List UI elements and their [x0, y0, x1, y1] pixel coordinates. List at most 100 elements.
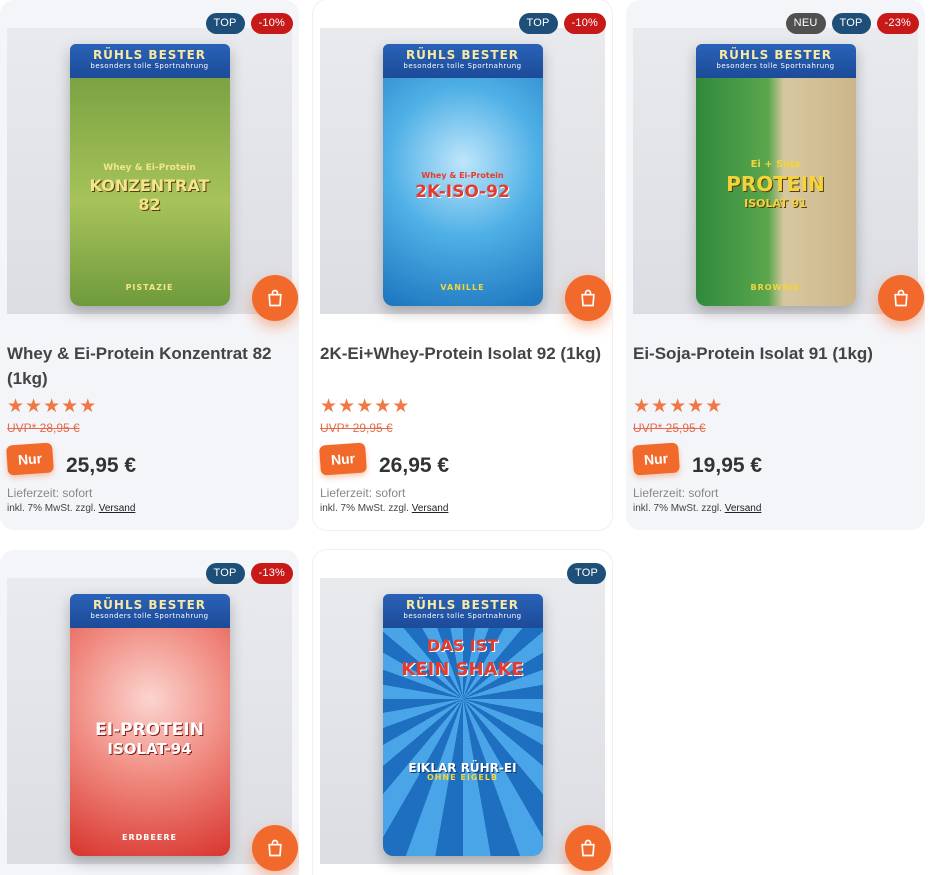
star-icon: ★ — [669, 395, 687, 417]
product-pack-image: RÜHLS BESTER besonders tolle Sportnahrung… — [69, 44, 230, 306]
tax-text: inkl. 7% MwSt. zzgl. — [633, 503, 722, 514]
badge-group: TOP -13% — [205, 563, 293, 584]
tax-text: inkl. 7% MwSt. zzgl. — [7, 503, 96, 514]
add-to-cart-button[interactable] — [252, 275, 298, 321]
product-card[interactable]: RÜHLS BESTER besonders tolle Sportnahrung… — [0, 0, 299, 530]
shopping-bag-icon — [581, 839, 595, 857]
pack-title-line2: PROTEIN — [726, 172, 825, 196]
product-pack-image: RÜHLS BESTER besonders tolle Sportnahrung… — [695, 44, 856, 306]
top-badge: TOP — [566, 563, 606, 584]
star-icon: ★ — [320, 395, 338, 417]
rating-stars: ★ ★ ★ ★ ★ — [7, 396, 96, 416]
pack-brand: RÜHLS BESTER besonders tolle Sportnahrung — [382, 594, 543, 628]
pack-title-line1: Ei + Soja — [750, 159, 801, 170]
shopping-bag-icon — [268, 839, 282, 857]
star-icon: ★ — [687, 395, 705, 417]
product-image[interactable]: RÜHLS BESTER besonders tolle Sportnahrung… — [7, 578, 292, 864]
star-icon: ★ — [651, 395, 669, 417]
star-icon: ★ — [338, 395, 356, 417]
badge-group: TOP -10% — [205, 13, 293, 34]
product-card[interactable]: RÜHLS BESTER besonders tolle Sportnahrung… — [313, 0, 612, 530]
pack-title-line1: Whey & Ei-Protein — [103, 163, 196, 173]
product-name[interactable]: 2K-Ei+Whey-Protein Isolat 92 (1kg) — [320, 341, 605, 366]
pack-brand: RÜHLS BESTER besonders tolle Sportnahrung — [69, 44, 230, 78]
pack-title-line1: DAS IST — [426, 636, 499, 655]
shopping-bag-icon — [268, 289, 282, 307]
product-price: 25,95 € — [66, 454, 137, 477]
tax-note: inkl. 7% MwSt. zzgl. Versand — [7, 503, 135, 514]
add-to-cart-button[interactable] — [565, 275, 611, 321]
discount-badge: -10% — [563, 13, 606, 34]
pack-flavor: PISTAZIE — [125, 283, 174, 292]
shipping-link[interactable]: Versand — [725, 503, 762, 514]
pack-flavor: BROWNIE — [750, 283, 801, 292]
tax-note: inkl. 7% MwSt. zzgl. Versand — [633, 503, 761, 514]
product-price: 19,95 € — [692, 454, 763, 477]
pack-flavor: OHNE EIGELB — [426, 773, 499, 782]
product-pack-image: RÜHLS BESTER besonders tolle Sportnahrung… — [382, 594, 543, 856]
discount-badge: -13% — [250, 563, 293, 584]
product-image[interactable]: RÜHLS BESTER besonders tolle Sportnahrung… — [633, 28, 918, 314]
shipping-link[interactable]: Versand — [99, 503, 136, 514]
product-pack-image: RÜHLS BESTER besonders tolle Sportnahrung… — [69, 594, 230, 856]
shipping-link[interactable]: Versand — [412, 503, 449, 514]
uvp-price: UVP* 25,95 € — [633, 421, 706, 435]
product-image[interactable]: RÜHLS BESTER besonders tolle Sportnahrung… — [7, 28, 292, 314]
tax-text: inkl. 7% MwSt. zzgl. — [320, 503, 409, 514]
top-badge: TOP — [205, 563, 245, 584]
star-icon: ★ — [374, 395, 392, 417]
shopping-bag-icon — [581, 289, 595, 307]
rating-stars: ★ ★ ★ ★ ★ — [320, 396, 409, 416]
pack-title-line3: 82 — [138, 195, 161, 214]
product-image[interactable]: RÜHLS BESTER besonders tolle Sportnahrung… — [320, 578, 605, 864]
star-icon: ★ — [356, 395, 374, 417]
discount-badge: -10% — [250, 13, 293, 34]
star-icon: ★ — [705, 395, 723, 417]
pack-title-line2: KONZENTRAT — [89, 176, 210, 195]
nur-label: Nur — [632, 442, 680, 476]
uvp-price: UVP* 28,95 € — [7, 421, 80, 435]
top-badge: TOP — [831, 13, 871, 34]
product-card[interactable]: RÜHLS BESTER besonders tolle Sportnahrung… — [0, 550, 299, 875]
rating-stars: ★ ★ ★ ★ ★ — [633, 396, 722, 416]
product-image[interactable]: RÜHLS BESTER besonders tolle Sportnahrung… — [320, 28, 605, 314]
pack-flavor: ERDBEERE — [122, 833, 177, 842]
product-pack-image: RÜHLS BESTER besonders tolle Sportnahrung… — [382, 44, 543, 306]
product-name[interactable]: Ei-Soja-Protein Isolat 91 (1kg) — [633, 341, 918, 366]
delivery-time: Lieferzeit: sofort — [320, 486, 406, 500]
product-price: 26,95 € — [379, 454, 450, 477]
badge-group: TOP -10% — [518, 13, 606, 34]
badge-group: NEU TOP -23% — [785, 13, 919, 34]
nur-label: Nur — [6, 442, 54, 476]
pack-title-line3: ISOLAT 91 — [744, 197, 807, 210]
product-card[interactable]: RÜHLS BESTER besonders tolle Sportnahrung… — [626, 0, 925, 530]
delivery-time: Lieferzeit: sofort — [633, 486, 719, 500]
add-to-cart-button[interactable] — [565, 825, 611, 871]
product-card[interactable]: RÜHLS BESTER besonders tolle Sportnahrung… — [313, 550, 612, 875]
add-to-cart-button[interactable] — [252, 825, 298, 871]
star-icon: ★ — [392, 395, 410, 417]
pack-title-line2: 2K-ISO-92 — [415, 182, 510, 202]
pack-title-line1: EI-PROTEIN — [95, 720, 204, 740]
product-name[interactable]: Whey & Ei-Protein Konzentrat 82 (1kg) — [7, 341, 292, 391]
pack-title-line2: ISOLAT-94 — [107, 740, 192, 758]
pack-brand: RÜHLS BESTER besonders tolle Sportnahrung — [69, 594, 230, 628]
uvp-price: UVP* 29,95 € — [320, 421, 393, 435]
pack-flavor: VANILLE — [440, 283, 485, 292]
top-badge: TOP — [205, 13, 245, 34]
add-to-cart-button[interactable] — [878, 275, 924, 321]
nur-label: Nur — [319, 442, 367, 476]
star-icon: ★ — [7, 395, 25, 417]
pack-brand: RÜHLS BESTER besonders tolle Sportnahrung — [382, 44, 543, 78]
pack-brand: RÜHLS BESTER besonders tolle Sportnahrung — [695, 44, 856, 78]
star-icon: ★ — [79, 395, 97, 417]
badge-group: TOP — [566, 563, 606, 584]
tax-note: inkl. 7% MwSt. zzgl. Versand — [320, 503, 448, 514]
pack-title-line2: KEIN SHAKE — [401, 659, 524, 680]
top-badge: TOP — [518, 13, 558, 34]
star-icon: ★ — [633, 395, 651, 417]
star-icon: ★ — [43, 395, 61, 417]
star-icon: ★ — [25, 395, 43, 417]
star-icon: ★ — [61, 395, 79, 417]
new-badge: NEU — [785, 13, 826, 34]
